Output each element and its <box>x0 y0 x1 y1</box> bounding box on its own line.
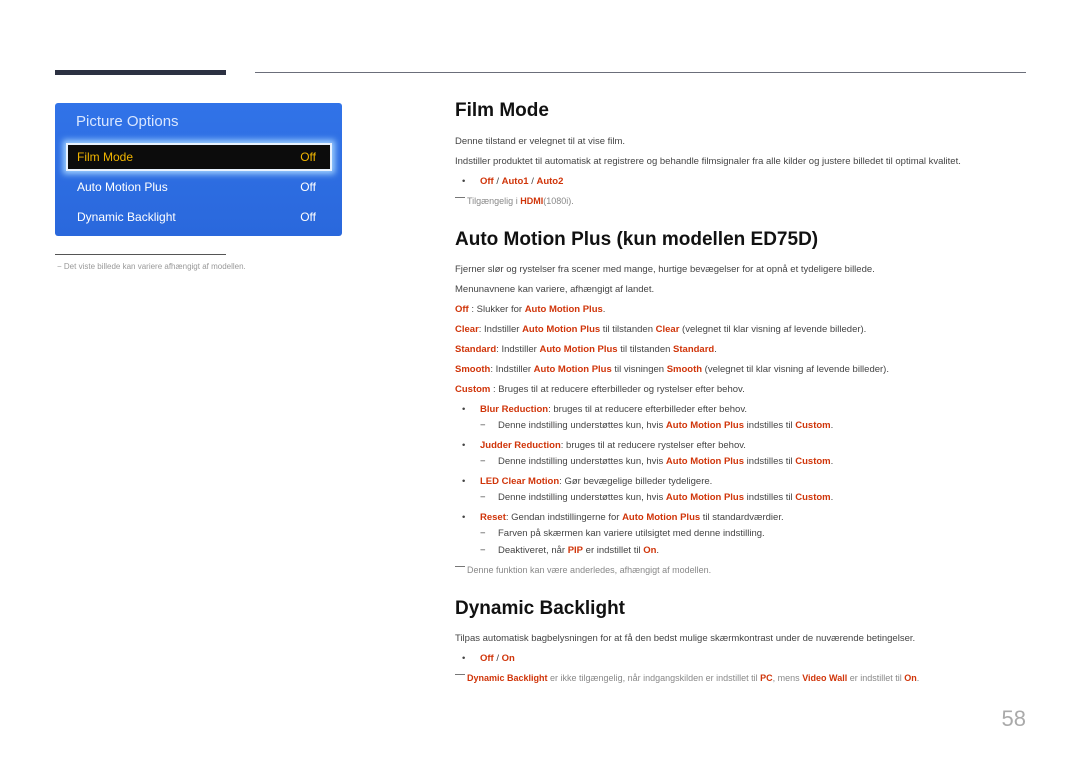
amp-blur-note: − Denne indstilling understøttes kun, hvi… <box>480 420 834 431</box>
db-desc: Tilpas automatisk bagbelysningen for at … <box>455 633 916 644</box>
amp-desc-1: Fjerner slør og rystelser fra scener med… <box>455 264 875 275</box>
header-rule <box>255 72 1026 73</box>
film-mode-heading: Film Mode <box>455 100 549 121</box>
db-note: Dynamic Backlight er ikke tilgængelig, n… <box>455 673 919 683</box>
menu-item-value: Off <box>300 180 316 194</box>
amp-smooth: Smooth: Indstiller Auto Motion Plus til … <box>455 364 889 375</box>
picture-options-menu: Picture Options Film Mode Off Auto Motio… <box>55 103 342 236</box>
menu-item-film-mode[interactable]: Film Mode Off <box>66 143 332 171</box>
menu-title: Picture Options <box>76 113 179 130</box>
header-bar-accent <box>55 70 226 75</box>
amp-judder-note: − Denne indstilling understøttes kun, hvi… <box>480 456 834 467</box>
auto-motion-heading: Auto Motion Plus (kun modellen ED75D) <box>455 229 819 250</box>
amp-clear: Clear: Indstiller Auto Motion Plus til t… <box>455 324 867 335</box>
amp-reset-note-2: − Deaktiveret, når PIP er indstillet til … <box>480 545 660 556</box>
film-mode-note: Tilgængelig i HDMI(1080i). <box>455 196 574 206</box>
menu-item-dynamic-backlight[interactable]: Dynamic Backlight Off <box>68 205 330 229</box>
note-divider <box>55 254 226 255</box>
menu-item-label: Auto Motion Plus <box>77 180 168 194</box>
menu-item-label: Film Mode <box>77 150 134 164</box>
amp-desc-2: Menunavnene kan variere, afhængigt af la… <box>455 284 655 295</box>
image-disclaimer: − Det viste billede kan variere afhængig… <box>57 262 246 271</box>
amp-custom: Custom : Bruges til at reducere efterbil… <box>455 384 745 395</box>
page-number: 58 <box>1001 706 1026 731</box>
amp-led-note: − Denne indstilling understøttes kun, hvi… <box>480 492 834 503</box>
film-mode-options: • Off / Auto1 / Auto2 <box>462 176 564 187</box>
amp-standard: Standard: Indstiller Auto Motion Plus ti… <box>455 344 717 355</box>
db-options: • Off / On <box>462 653 515 664</box>
amp-off: Off : Slukker for Auto Motion Plus. <box>455 304 606 315</box>
amp-judder-reduction: • Judder Reduction: bruges til at reducer… <box>462 440 746 451</box>
amp-led-clear-motion: • LED Clear Motion: Gør bevægelige billed… <box>462 476 713 487</box>
amp-blur-reduction: • Blur Reduction: bruges til at reducere … <box>462 404 747 415</box>
film-mode-desc-1: Denne tilstand er velegnet til at vise f… <box>455 136 626 147</box>
dynamic-backlight-heading: Dynamic Backlight <box>455 598 625 619</box>
menu-item-auto-motion-plus[interactable]: Auto Motion Plus Off <box>68 175 330 199</box>
amp-reset: • Reset: Gendan indstillingerne for Auto … <box>462 512 784 523</box>
film-mode-desc-2: Indstiller produktet til automatisk at r… <box>455 156 961 167</box>
amp-footnote: Denne funktion kan være anderledes, afhæ… <box>455 565 711 575</box>
menu-item-value: Off <box>300 210 316 224</box>
menu-item-value: Off <box>300 150 316 164</box>
amp-reset-note-1: − Farven på skærmen kan variere utilsigte… <box>480 528 765 539</box>
menu-item-label: Dynamic Backlight <box>77 210 176 224</box>
